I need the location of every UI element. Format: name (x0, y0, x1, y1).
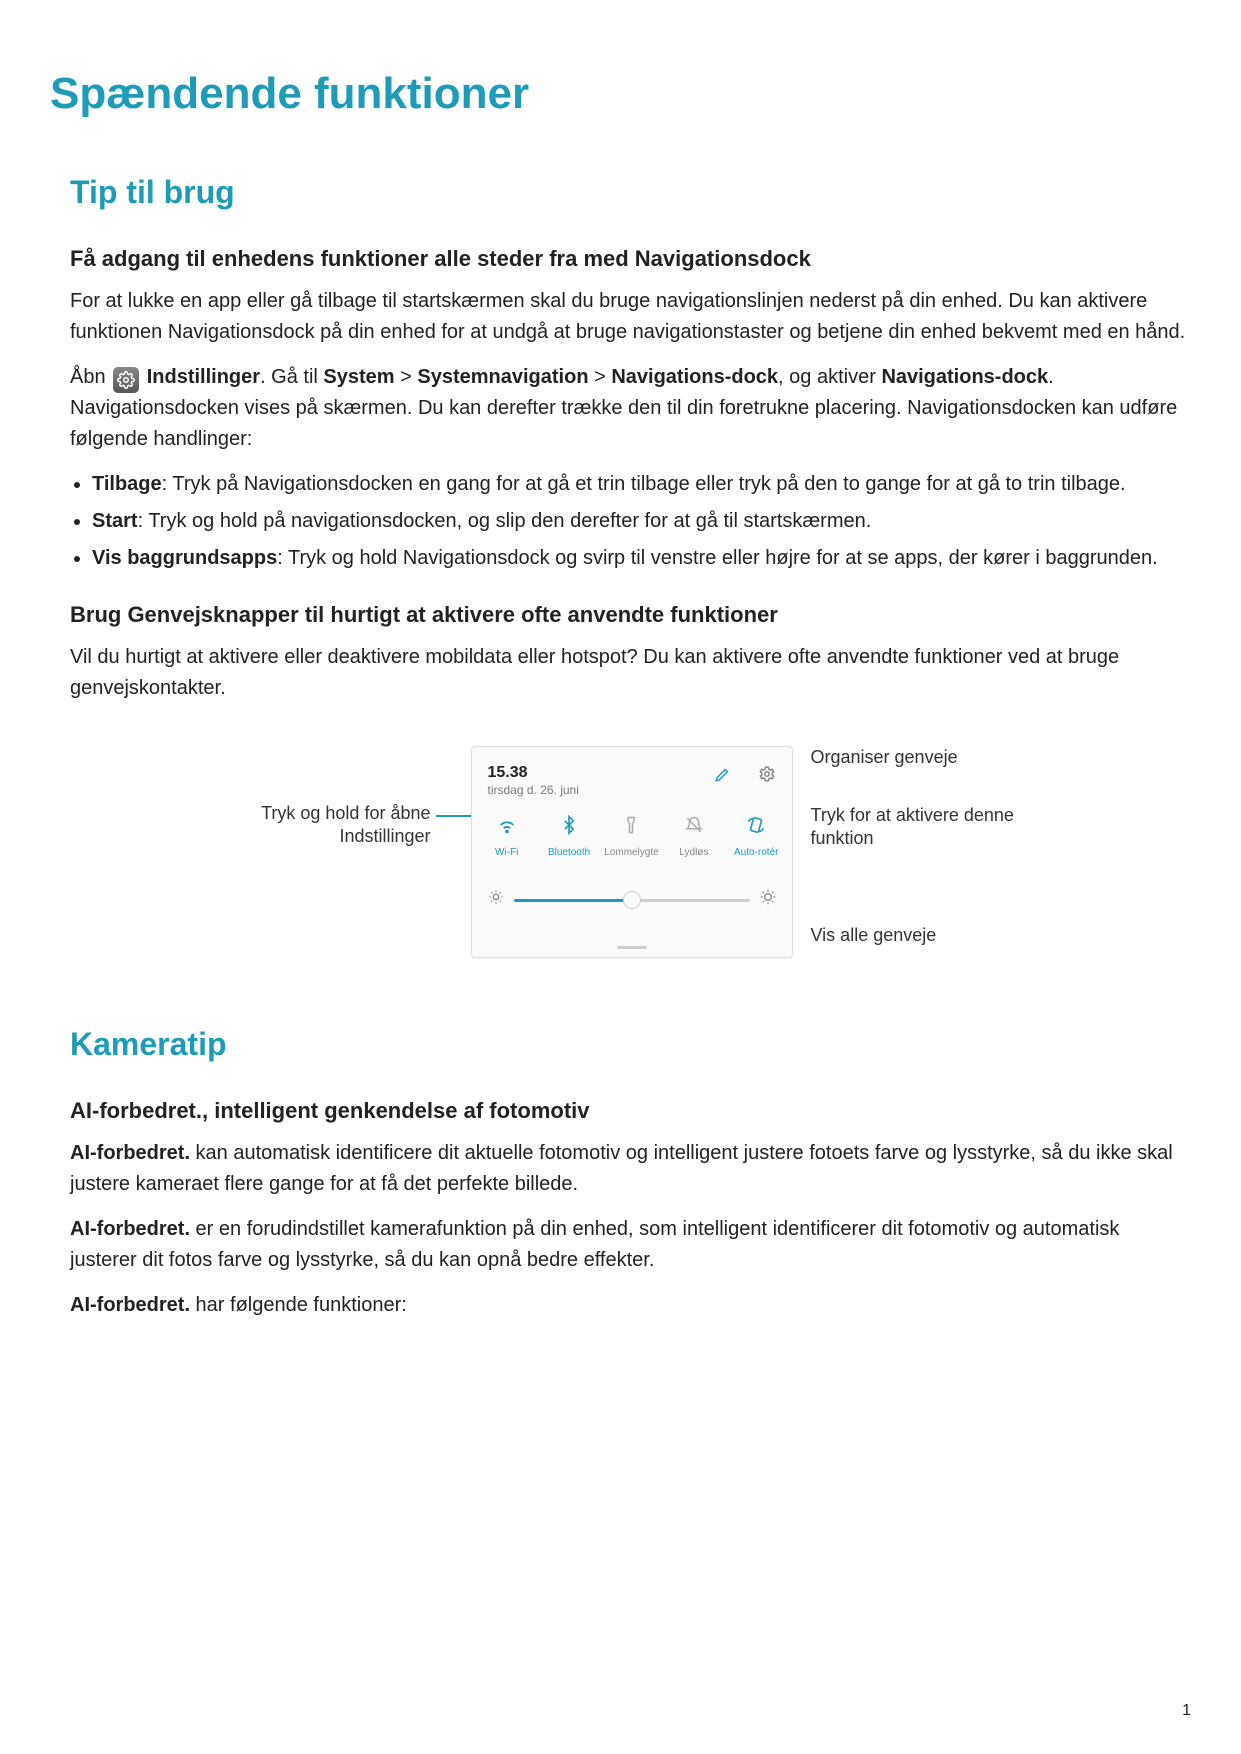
path-navdock: Navigations-dock (611, 366, 778, 388)
tile-flash-label: Lommelygte (604, 845, 658, 861)
panel-drag-handle[interactable] (617, 946, 647, 949)
tile-bt-label: Bluetooth (548, 845, 590, 861)
ai-p2-t: er en forudindstillet kamerafunktion på … (70, 1218, 1119, 1271)
wifi-icon (495, 813, 519, 837)
brightness-slider[interactable] (488, 887, 776, 913)
shortcuts-paragraph: Vil du hurtigt at aktivere eller deaktiv… (70, 642, 1191, 704)
bell-off-icon (682, 813, 706, 837)
path-system: System (323, 366, 394, 388)
tile-autorot-label: Auto-rotér (734, 845, 778, 861)
tile-wifi[interactable]: Wi-Fi (479, 813, 535, 861)
ai-p1-b: AI-forbedret. (70, 1142, 190, 1164)
sep1: > (395, 366, 418, 388)
shortcut-panel-diagram: 15.38 tirsdag d. 26. juni Wi-Fi Bluetoot… (181, 744, 1061, 964)
sep2: > (589, 366, 612, 388)
bullet-start-b: Start (92, 510, 138, 532)
bluetooth-icon (557, 813, 581, 837)
brightness-knob[interactable] (623, 891, 641, 909)
edit-icon[interactable] (714, 765, 732, 791)
ai-p2: AI-forbedret. er en forudindstillet kame… (70, 1214, 1191, 1276)
ai-p1: AI-forbedret. kan automatisk identificer… (70, 1138, 1191, 1200)
gear-icon[interactable] (758, 765, 776, 791)
bullet-bg-b: Vis baggrundsapps (92, 547, 277, 569)
bullet-tilbage-t: : Tryk på Navigationsdocken en gang for … (162, 473, 1126, 495)
path-sysnav: Systemnavigation (417, 366, 588, 388)
navdock-bullets: Tilbage: Tryk på Navigationsdocken en ga… (70, 469, 1191, 574)
subheading-ai-camera: AI-forbedret., intelligent genkendelse a… (70, 1094, 1191, 1128)
open-text-a: . Gå til (260, 366, 323, 388)
tile-silent[interactable]: Lydløs (666, 813, 722, 861)
settings-app-icon (113, 367, 139, 393)
navdock-intro: For at lukke en app eller gå tilbage til… (70, 286, 1191, 348)
notification-panel: 15.38 tirsdag d. 26. juni Wi-Fi Bluetoot… (471, 746, 793, 958)
subheading-shortcuts: Brug Genvejsknapper til hurtigt at aktiv… (70, 598, 1191, 632)
bullet-bg-t: : Tryk og hold Navigationsdock og svirp … (277, 547, 1157, 569)
ai-p3-b: AI-forbedret. (70, 1294, 190, 1316)
autorotate-icon (744, 813, 768, 837)
navdock-open-paragraph: Åbn Indstillinger. Gå til System > Syste… (70, 362, 1191, 455)
callout-right-tap-enable: Tryk for at aktivere denne funktion (811, 804, 1051, 850)
ai-p2-b: AI-forbedret. (70, 1218, 190, 1240)
ai-p1-t: kan automatisk identificere dit aktuelle… (70, 1142, 1173, 1195)
callout-right-show-all: Vis alle genveje (811, 924, 1051, 947)
sun-high-icon (760, 887, 776, 913)
panel-top-icons (714, 765, 776, 791)
sun-low-icon (488, 887, 504, 913)
page-title: Spændende funktioner (50, 60, 1191, 128)
bullet-start: Start: Tryk og hold på navigationsdocken… (92, 506, 1191, 537)
open-prefix: Åbn (70, 366, 111, 388)
callout-left-hold-settings: Tryk og hold for åbne Indstillinger (181, 802, 431, 848)
bullet-start-t: : Tryk og hold på navigationsdocken, og … (138, 510, 872, 532)
ai-p3: AI-forbedret. har følgende funktioner: (70, 1290, 1191, 1321)
tile-wifi-label: Wi-Fi (495, 845, 518, 861)
quick-tiles-row: Wi-Fi Bluetooth Lommelygte Lydløs Auto-r… (472, 813, 792, 861)
tile-bluetooth[interactable]: Bluetooth (541, 813, 597, 861)
settings-app-name: Indstillinger (147, 366, 260, 388)
navdock-bold: Navigations-dock (881, 366, 1048, 388)
tile-silent-label: Lydløs (679, 845, 708, 861)
bullet-baggrund: Vis baggrundsapps: Tryk og hold Navigati… (92, 543, 1191, 574)
brightness-track[interactable] (514, 899, 750, 902)
page-number: 1 (1182, 1699, 1191, 1724)
ai-p3-t: har følgende funktioner: (190, 1294, 407, 1316)
bullet-tilbage-b: Tilbage (92, 473, 162, 495)
callout-right-organize: Organiser genveje (811, 746, 1051, 769)
panel-date: tirsdag d. 26. juni (488, 781, 579, 800)
tile-flashlight[interactable]: Lommelygte (603, 813, 659, 861)
subheading-navdock: Få adgang til enhedens funktioner alle s… (70, 242, 1191, 276)
section-camera-heading: Kameratip (70, 1020, 1191, 1070)
flashlight-icon (619, 813, 643, 837)
open-text-b: , og aktiver (778, 366, 881, 388)
bullet-tilbage: Tilbage: Tryk på Navigationsdocken en ga… (92, 469, 1191, 500)
tile-autorotate[interactable]: Auto-rotér (728, 813, 784, 861)
section-tip-heading: Tip til brug (70, 168, 1191, 218)
